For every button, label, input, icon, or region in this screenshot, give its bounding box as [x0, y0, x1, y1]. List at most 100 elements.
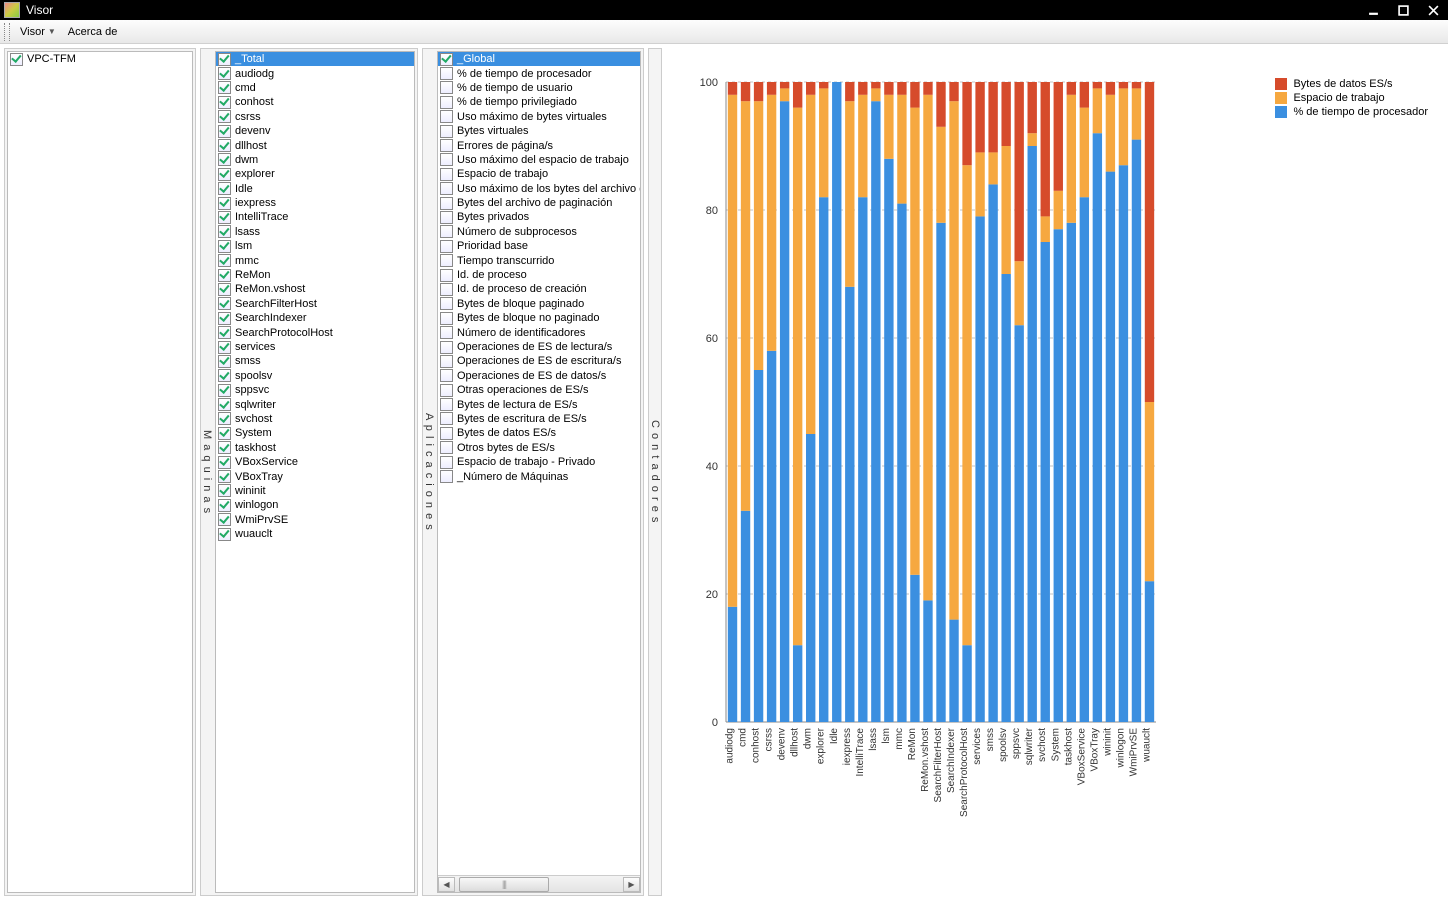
- list-item[interactable]: audiodg: [216, 66, 414, 80]
- list-item[interactable]: smss: [216, 354, 414, 368]
- list-item[interactable]: Espacio de trabajo: [438, 167, 640, 181]
- list-item[interactable]: % de tiempo de procesador: [438, 66, 640, 80]
- list-item[interactable]: SearchFilterHost: [216, 297, 414, 311]
- list-item[interactable]: System: [216, 426, 414, 440]
- list-item[interactable]: spoolsv: [216, 369, 414, 383]
- list-item[interactable]: Uso máximo de los bytes del archivo de p…: [438, 182, 640, 196]
- list-item[interactable]: wininit: [216, 484, 414, 498]
- checkbox[interactable]: [218, 297, 231, 310]
- checkbox[interactable]: [440, 384, 453, 397]
- list-item[interactable]: ReMon: [216, 268, 414, 282]
- checkbox[interactable]: [218, 269, 231, 282]
- checkbox[interactable]: [440, 326, 453, 339]
- list-item[interactable]: services: [216, 340, 414, 354]
- list-machines[interactable]: VPC-TFM: [8, 52, 192, 892]
- checkbox[interactable]: [218, 441, 231, 454]
- list-item[interactable]: svchost: [216, 412, 414, 426]
- list-item[interactable]: _Número de Máquinas: [438, 469, 640, 483]
- checkbox[interactable]: [218, 484, 231, 497]
- list-item[interactable]: Bytes de bloque no paginado: [438, 311, 640, 325]
- list-item[interactable]: SearchIndexer: [216, 311, 414, 325]
- list-item[interactable]: Operaciones de ES de lectura/s: [438, 340, 640, 354]
- menu-visor[interactable]: Visor ▼: [14, 24, 62, 40]
- list-item[interactable]: conhost: [216, 95, 414, 109]
- list-item[interactable]: _Total: [216, 52, 414, 66]
- list-item[interactable]: % de tiempo privilegiado: [438, 95, 640, 109]
- list-item[interactable]: lsm: [216, 239, 414, 253]
- list-item[interactable]: Idle: [216, 182, 414, 196]
- checkbox[interactable]: [440, 355, 453, 368]
- list-item[interactable]: _Global: [438, 52, 640, 66]
- checkbox[interactable]: [218, 240, 231, 253]
- checkbox[interactable]: [440, 297, 453, 310]
- checkbox[interactable]: [440, 269, 453, 282]
- close-button[interactable]: [1418, 0, 1448, 20]
- list-item[interactable]: Bytes privados: [438, 210, 640, 224]
- checkbox[interactable]: [218, 153, 231, 166]
- checkbox[interactable]: [218, 110, 231, 123]
- checkbox[interactable]: [218, 398, 231, 411]
- list-item[interactable]: Id. de proceso: [438, 268, 640, 282]
- checkbox[interactable]: [440, 441, 453, 454]
- checkbox[interactable]: [440, 139, 453, 152]
- list-item[interactable]: Errores de página/s: [438, 138, 640, 152]
- list-item[interactable]: Bytes de bloque paginado: [438, 297, 640, 311]
- checkbox[interactable]: [218, 369, 231, 382]
- list-item[interactable]: cmd: [216, 81, 414, 95]
- checkbox[interactable]: [218, 312, 231, 325]
- checkbox[interactable]: [218, 341, 231, 354]
- checkbox[interactable]: [218, 254, 231, 267]
- list-apps[interactable]: _Totalaudiodgcmdconhostcsrssdevenvdllhos…: [216, 52, 414, 892]
- list-item[interactable]: VPC-TFM: [8, 52, 192, 66]
- list-item[interactable]: Operaciones de ES de datos/s: [438, 369, 640, 383]
- list-item[interactable]: Bytes del archivo de paginación: [438, 196, 640, 210]
- list-item[interactable]: dwm: [216, 153, 414, 167]
- list-counters[interactable]: _Global% de tiempo de procesador % de tie…: [438, 52, 640, 875]
- checkbox[interactable]: [218, 182, 231, 195]
- maximize-button[interactable]: [1388, 0, 1418, 20]
- checkbox[interactable]: [218, 355, 231, 368]
- list-item[interactable]: IntelliTrace: [216, 210, 414, 224]
- scroll-track[interactable]: [455, 877, 623, 892]
- list-item[interactable]: Espacio de trabajo - Privado: [438, 455, 640, 469]
- checkbox[interactable]: [440, 240, 453, 253]
- list-item[interactable]: Uso máximo de bytes virtuales: [438, 110, 640, 124]
- list-item[interactable]: dllhost: [216, 138, 414, 152]
- checkbox[interactable]: [440, 254, 453, 267]
- list-item[interactable]: WmiPrvSE: [216, 513, 414, 527]
- list-item[interactable]: VBoxService: [216, 455, 414, 469]
- checkbox[interactable]: [440, 96, 453, 109]
- checkbox[interactable]: [440, 398, 453, 411]
- list-item[interactable]: Bytes de lectura de ES/s: [438, 397, 640, 411]
- checkbox[interactable]: [218, 283, 231, 296]
- checkbox[interactable]: [218, 528, 231, 541]
- list-item[interactable]: explorer: [216, 167, 414, 181]
- list-item[interactable]: Otras operaciones de ES/s: [438, 383, 640, 397]
- list-item[interactable]: iexpress: [216, 196, 414, 210]
- checkbox[interactable]: [440, 225, 453, 238]
- list-item[interactable]: sqlwriter: [216, 397, 414, 411]
- list-item[interactable]: SearchProtocolHost: [216, 325, 414, 339]
- list-item[interactable]: Bytes virtuales: [438, 124, 640, 138]
- list-item[interactable]: winlogon: [216, 498, 414, 512]
- checkbox[interactable]: [440, 168, 453, 181]
- list-item[interactable]: devenv: [216, 124, 414, 138]
- checkbox[interactable]: [440, 211, 453, 224]
- checkbox[interactable]: [218, 427, 231, 440]
- minimize-button[interactable]: [1358, 0, 1388, 20]
- checkbox[interactable]: [218, 53, 231, 66]
- checkbox[interactable]: [440, 283, 453, 296]
- checkbox[interactable]: [218, 67, 231, 80]
- list-item[interactable]: Operaciones de ES de escritura/s: [438, 354, 640, 368]
- list-item[interactable]: Tiempo transcurrido: [438, 253, 640, 267]
- list-item[interactable]: csrss: [216, 110, 414, 124]
- list-item[interactable]: Id. de proceso de creación: [438, 282, 640, 296]
- checkbox[interactable]: [440, 369, 453, 382]
- list-item[interactable]: Uso máximo del espacio de trabajo: [438, 153, 640, 167]
- checkbox[interactable]: [440, 182, 453, 195]
- checkbox[interactable]: [440, 153, 453, 166]
- list-item[interactable]: Bytes de escritura de ES/s: [438, 412, 640, 426]
- list-item[interactable]: taskhost: [216, 441, 414, 455]
- checkbox[interactable]: [10, 53, 23, 66]
- list-item[interactable]: Prioridad base: [438, 239, 640, 253]
